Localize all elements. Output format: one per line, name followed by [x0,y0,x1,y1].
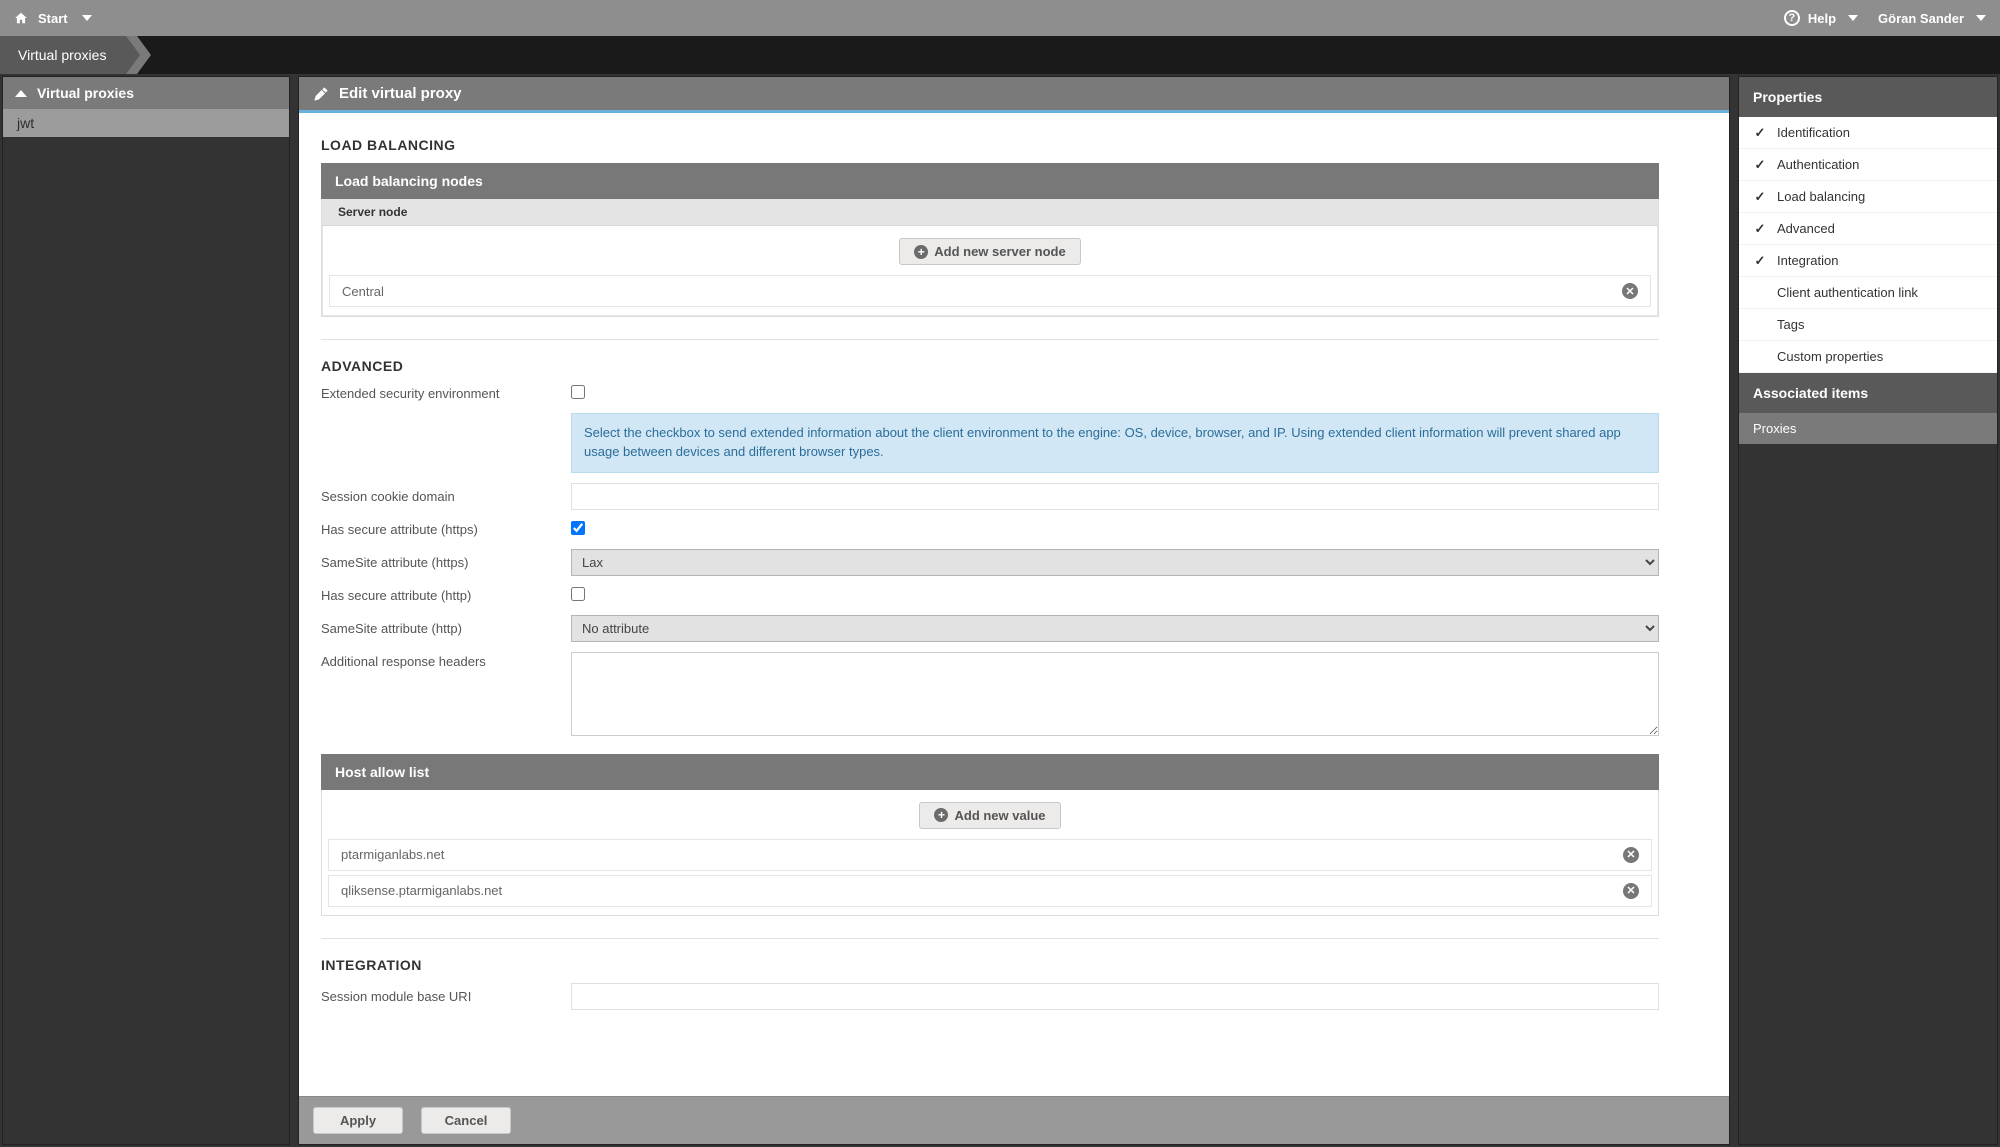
section-load-balancing: LOAD BALANCING [321,137,1659,153]
property-tags[interactable]: ✓ Tags [1739,309,1997,341]
help-menu[interactable]: ? Help [1784,10,1858,26]
column-header-server-node: Server node [322,199,1658,226]
center-header: Edit virtual proxy [299,77,1729,113]
host-allow-row: ptarmiganlabs.net ✕ [328,839,1652,871]
property-label: Custom properties [1777,349,1883,364]
help-label: Help [1808,11,1836,26]
button-label: Add new server node [934,244,1065,259]
plus-icon: + [934,808,948,822]
property-client-auth-link[interactable]: ✓ Client authentication link [1739,277,1997,309]
center-title: Edit virtual proxy [339,85,462,102]
label-has-secure-http: Has secure attribute (http) [321,586,561,605]
server-node-row: Central ✕ [329,275,1651,307]
cancel-button[interactable]: Cancel [421,1107,511,1134]
help-icon: ? [1784,10,1800,26]
property-label: Tags [1777,317,1804,332]
caret-down-icon [1848,15,1858,21]
property-label: Advanced [1777,221,1835,236]
button-label: Cancel [445,1113,488,1128]
label-session-module-uri: Session module base URI [321,987,561,1006]
right-sidebar: Properties ✓ Identification ✓ Authentica… [1738,76,1998,1145]
label-samesite-http: SameSite attribute (http) [321,619,561,638]
label-additional-headers: Additional response headers [321,652,561,671]
sidebar-title: Virtual proxies [37,85,134,101]
check-icon: ✓ [1753,126,1767,140]
properties-list: ✓ Identification ✓ Authentication ✓ Load… [1739,117,1997,373]
property-custom-properties[interactable]: ✓ Custom properties [1739,341,1997,373]
sidebar-item-label: jwt [17,115,34,131]
input-session-cookie-domain[interactable] [571,483,1659,510]
remove-node-button[interactable]: ✕ [1622,283,1638,299]
checkbox-has-secure-http[interactable] [571,587,585,601]
label-extended-security: Extended security environment [321,384,561,403]
start-label: Start [38,11,68,26]
panel-header-host-allow: Host allow list [321,754,1659,790]
section-integration: INTEGRATION [321,957,1659,973]
property-label: Authentication [1777,157,1859,172]
center-panel: Edit virtual proxy LOAD BALANCING Load b… [298,76,1730,1145]
checkbox-extended-security[interactable] [571,385,585,399]
sidebar-header[interactable]: Virtual proxies [3,77,289,109]
sidebar-item-jwt[interactable]: jwt [3,109,289,137]
panel-host-allow: + Add new value ptarmiganlabs.net ✕ qlik… [321,790,1659,916]
host-allow-label: qliksense.ptarmiganlabs.net [341,883,502,898]
breadcrumb-bar: Edit virtual proxy Virtual proxies [0,36,2000,74]
host-allow-row: qliksense.ptarmiganlabs.net ✕ [328,875,1652,907]
server-node-label: Central [342,284,384,299]
home-icon [14,11,28,25]
associated-label: Proxies [1753,421,1796,436]
input-session-module-uri[interactable] [571,983,1659,1010]
button-label: Apply [340,1113,376,1128]
checkbox-has-secure-https[interactable] [571,521,585,535]
section-advanced: ADVANCED [321,358,1659,374]
host-allow-label: ptarmiganlabs.net [341,847,444,862]
panel-load-balancing: Server node + Add new server node Centra… [321,199,1659,317]
property-identification[interactable]: ✓ Identification [1739,117,1997,149]
check-icon: ✓ [1753,254,1767,268]
property-authentication[interactable]: ✓ Authentication [1739,149,1997,181]
breadcrumb-virtual-proxies[interactable]: Virtual proxies [0,36,126,74]
remove-host-button[interactable]: ✕ [1623,847,1639,863]
property-load-balancing[interactable]: ✓ Load balancing [1739,181,1997,213]
textarea-additional-headers[interactable] [571,652,1659,736]
add-server-node-button[interactable]: + Add new server node [899,238,1080,265]
help-extended-security: Select the checkbox to send extended inf… [571,413,1659,473]
caret-down-icon [82,15,92,21]
properties-header: Properties [1739,77,1997,117]
property-label: Integration [1777,253,1838,268]
check-icon: ✓ [1753,222,1767,236]
property-integration[interactable]: ✓ Integration [1739,245,1997,277]
remove-host-button[interactable]: ✕ [1623,883,1639,899]
breadcrumb-label: Virtual proxies [18,47,106,63]
apply-button[interactable]: Apply [313,1107,403,1134]
tools-icon [313,86,329,102]
associated-header: Associated items [1739,373,1997,413]
label-samesite-https: SameSite attribute (https) [321,553,561,572]
property-label: Load balancing [1777,189,1865,204]
select-samesite-https[interactable]: Lax [571,549,1659,576]
check-icon: ✓ [1753,190,1767,204]
property-advanced[interactable]: ✓ Advanced [1739,213,1997,245]
left-sidebar: Virtual proxies jwt [2,76,290,1145]
button-label: Add new value [954,808,1045,823]
topbar: Start ? Help Göran Sander [0,0,2000,36]
chevron-up-icon [15,90,27,97]
plus-icon: + [914,245,928,259]
label-has-secure-https: Has secure attribute (https) [321,520,561,539]
user-label: Göran Sander [1878,11,1964,26]
caret-down-icon [1976,15,1986,21]
start-menu[interactable]: Start [14,11,92,26]
property-label: Identification [1777,125,1850,140]
footer-actions: Apply Cancel [299,1096,1729,1144]
associated-item-proxies[interactable]: Proxies [1739,413,1997,444]
panel-header-load-balancing-nodes: Load balancing nodes [321,163,1659,199]
divider [321,938,1659,939]
divider [321,339,1659,340]
user-menu[interactable]: Göran Sander [1878,11,1986,26]
add-host-value-button[interactable]: + Add new value [919,802,1060,829]
property-label: Client authentication link [1777,285,1918,300]
select-samesite-http[interactable]: No attribute [571,615,1659,642]
label-session-cookie-domain: Session cookie domain [321,487,561,506]
check-icon: ✓ [1753,158,1767,172]
